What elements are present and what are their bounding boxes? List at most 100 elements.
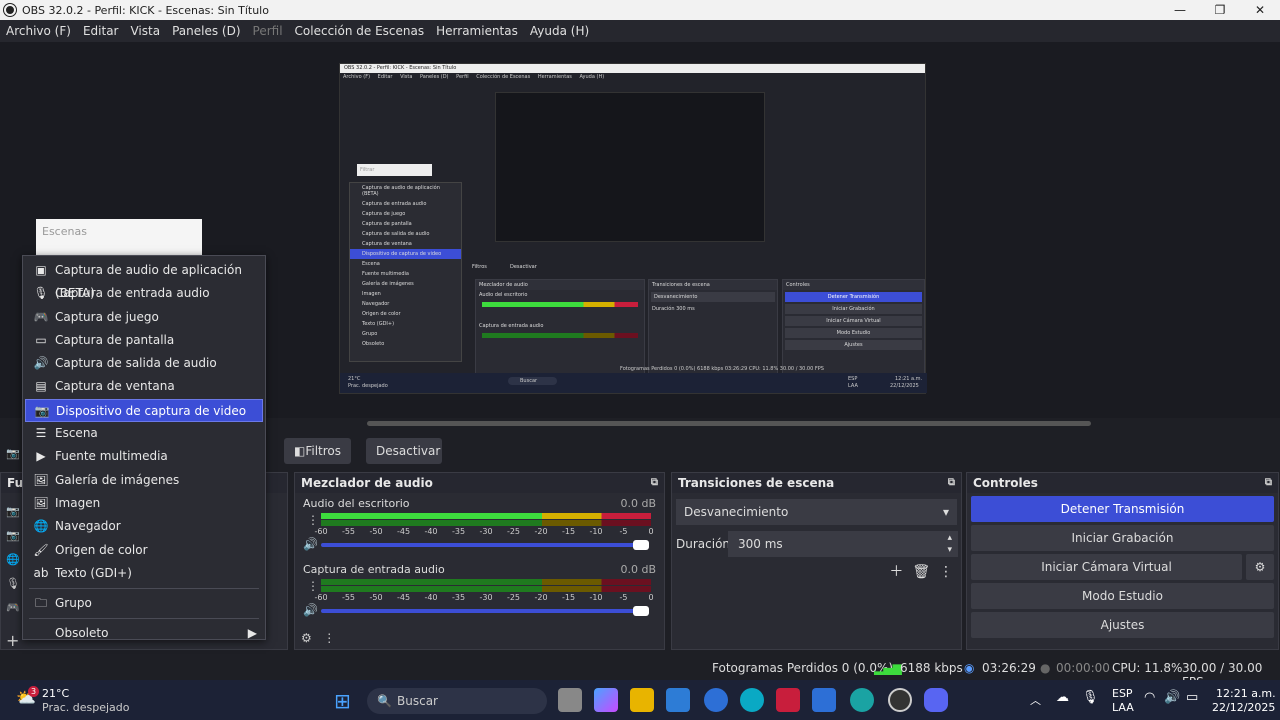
menu-game-capture[interactable]: 🎮 Captura de juego: [25, 306, 263, 329]
menu-herramientas[interactable]: Herramientas: [430, 24, 524, 38]
battery-icon[interactable]: ▭: [1186, 690, 1198, 705]
menu-audio-output-capture[interactable]: 🔊 Captura de salida de audio: [25, 352, 263, 375]
edge-icon[interactable]: [850, 688, 874, 712]
menu-display-capture[interactable]: ▭ Captura de pantalla: [25, 329, 263, 352]
volume-slider[interactable]: [321, 540, 649, 550]
obs-taskbar-icon[interactable]: [888, 688, 912, 712]
studio-mode-button[interactable]: Modo Estudio: [971, 583, 1274, 609]
menu-media-source[interactable]: ▶ Fuente multimedia: [25, 445, 263, 468]
menu-editar[interactable]: Editar: [77, 24, 125, 38]
menu-archivo[interactable]: Archivo (F): [0, 24, 77, 38]
virtual-camera-button[interactable]: Iniciar Cámara Virtual: [971, 554, 1242, 580]
lang-layout[interactable]: LAA: [1112, 701, 1134, 714]
filters-button[interactable]: ◧Filtros: [284, 438, 352, 464]
virtual-camera-settings-icon[interactable]: ⚙: [1246, 554, 1274, 580]
skype-icon[interactable]: [740, 688, 764, 712]
taskbar-search[interactable]: 🔍 Buscar: [367, 688, 547, 714]
copilot-icon[interactable]: [594, 688, 618, 712]
add-source-icon[interactable]: +: [6, 631, 20, 650]
nested-menu-entry: Fuente multimedia: [362, 271, 409, 277]
spin-down-icon[interactable]: ▾: [947, 537, 952, 563]
nested-menu-entry: Grupo: [362, 331, 378, 337]
trash-icon[interactable]: 🗑: [912, 564, 930, 580]
nested-duration-label: Duración: [652, 306, 675, 312]
menu-scene[interactable]: ☰ Escena: [25, 422, 263, 445]
chevron-up-icon[interactable]: ︿: [1030, 692, 1041, 708]
cpu-usage: CPU: 11.8%: [1112, 661, 1183, 675]
nested-inner-preview: [495, 92, 765, 242]
hp-icon[interactable]: [704, 688, 728, 712]
more-icon[interactable]: ⋮: [323, 631, 335, 645]
menu-ayuda[interactable]: Ayuda (H): [524, 24, 595, 38]
clock-date[interactable]: 22/12/2025: [1212, 701, 1275, 714]
nested-transitions-title: Transiciones de escena: [649, 280, 777, 290]
lang-code[interactable]: ESP: [1112, 687, 1133, 700]
deactivate-button[interactable]: Desactivar: [366, 438, 442, 464]
clock-time[interactable]: 12:21 a.m.: [1216, 687, 1276, 700]
popout-icon[interactable]: ⧉: [948, 473, 955, 493]
menu-perfil[interactable]: Perfil: [247, 24, 289, 38]
volume-knob[interactable]: [633, 540, 649, 550]
transition-select[interactable]: Desvanecimiento ▾: [676, 499, 957, 525]
brush-icon: 🖌: [33, 542, 49, 557]
maximize-button[interactable]: ❐: [1200, 0, 1240, 20]
nested-menu-item: Ayuda (H): [579, 74, 605, 80]
gear-icon[interactable]: ⚙: [301, 631, 312, 645]
menu-group[interactable]: 🗀 Grupo: [25, 592, 263, 615]
menu-image-slideshow[interactable]: 🖼 Galería de imágenes: [25, 469, 263, 492]
discord-icon[interactable]: [924, 688, 948, 712]
channel-menu-icon[interactable]: ⋮: [307, 579, 319, 593]
menu-item-label: Escena: [55, 426, 98, 441]
menu-image[interactable]: 🖼 Imagen: [25, 492, 263, 515]
nested-search: Buscar: [508, 377, 558, 385]
menu-browser[interactable]: 🌐 Navegador: [25, 515, 263, 538]
settings-button[interactable]: Ajustes: [971, 612, 1274, 638]
file-explorer-icon[interactable]: [630, 688, 654, 712]
nested-esp: ESP: [848, 376, 858, 382]
search-placeholder: Buscar: [397, 694, 438, 708]
duration-spinbox[interactable]: 300 ms ▴ ▾: [728, 531, 958, 557]
volume-knob[interactable]: [633, 606, 649, 616]
stream-time: 03:26:29: [982, 661, 1036, 675]
task-view-icon[interactable]: [558, 688, 582, 712]
more-icon[interactable]: ⋮: [939, 564, 953, 580]
menu-app-audio-capture[interactable]: ▣ Captura de audio de aplicación (BETA): [25, 259, 263, 300]
scrollbar-thumb[interactable]: [367, 421, 1091, 426]
text-icon: ab: [33, 565, 49, 580]
add-icon[interactable]: ＋: [889, 564, 903, 580]
menu-vista[interactable]: Vista: [124, 24, 166, 38]
mail-icon[interactable]: [812, 688, 836, 712]
stream-icon: ◉: [964, 661, 975, 675]
popout-icon[interactable]: ⧉: [651, 473, 658, 493]
camera-icon: 📷: [6, 447, 20, 460]
windows-start-icon[interactable]: ⊞: [334, 689, 351, 713]
store-icon[interactable]: [666, 688, 690, 712]
volume-icon[interactable]: 🔊: [303, 537, 318, 551]
menu-text-gdi[interactable]: ab Texto (GDI+): [25, 562, 263, 585]
minimize-button[interactable]: —: [1160, 0, 1200, 20]
menu-video-capture-device[interactable]: 📷 Dispositivo de captura de video: [25, 398, 263, 423]
menu-deprecated[interactable]: Obsoleto ▶: [25, 622, 263, 645]
popout-icon[interactable]: ⧉: [1265, 473, 1272, 493]
menu-item-label: Obsoleto: [55, 626, 109, 641]
volume-tray-icon[interactable]: 🔊: [1164, 690, 1180, 705]
menu-audio-input-capture[interactable]: 🎙 Captura de entrada audio: [25, 282, 263, 305]
stop-stream-button[interactable]: Detener Transmisión: [971, 496, 1274, 522]
nested-filters-btn: Filtros: [472, 264, 487, 270]
close-button[interactable]: ✕: [1240, 0, 1280, 20]
mic-tray-icon[interactable]: 🎙: [1082, 690, 1099, 705]
channel-menu-icon[interactable]: ⋮: [307, 513, 319, 527]
menu-color-source[interactable]: 🖌 Origen de color: [25, 539, 263, 562]
volume-icon[interactable]: 🔊: [303, 603, 318, 617]
cloud-icon[interactable]: ☁: [1056, 690, 1069, 705]
mixer-footer: ⚙ ⋮: [301, 631, 335, 645]
menu-item-label: Fuente multimedia: [55, 449, 168, 464]
start-recording-button[interactable]: Iniciar Grabación: [971, 525, 1274, 551]
wifi-icon[interactable]: ◠: [1144, 690, 1155, 705]
mcafee-icon[interactable]: [776, 688, 800, 712]
volume-slider[interactable]: [321, 606, 649, 616]
menu-paneles[interactable]: Paneles (D): [166, 24, 246, 38]
menu-coleccion-escenas[interactable]: Colección de Escenas: [289, 24, 431, 38]
menu-window-capture[interactable]: ▤ Captura de ventana: [25, 375, 263, 398]
globe-icon: 🌐: [6, 553, 20, 566]
